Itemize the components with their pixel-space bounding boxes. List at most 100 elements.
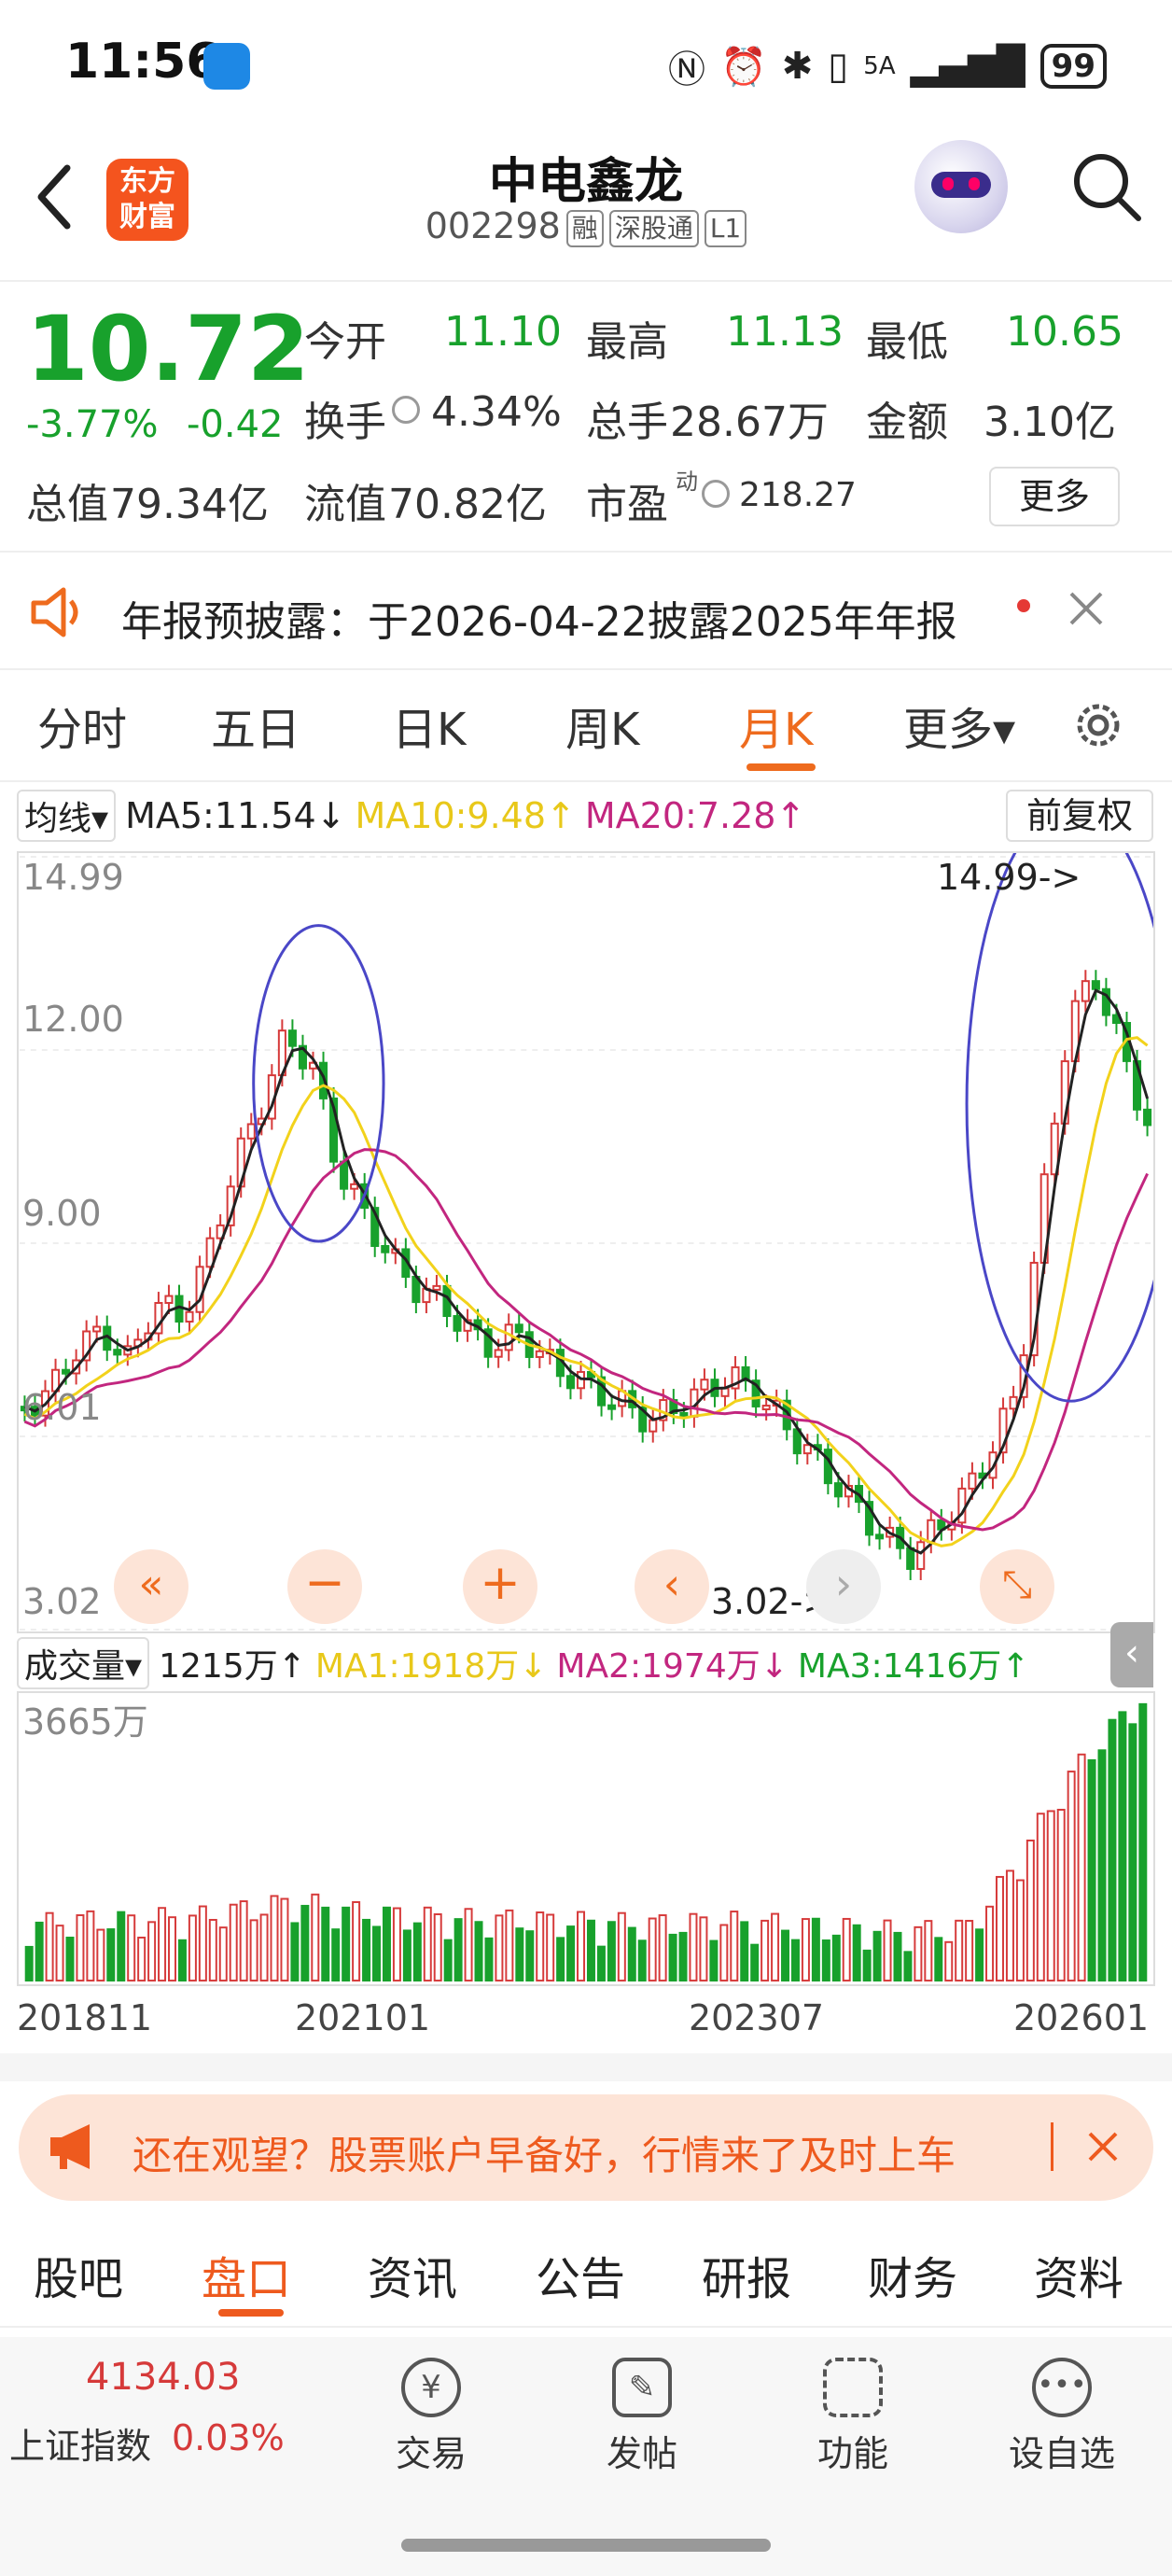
tab-five-day[interactable]: 五日 (211, 693, 300, 758)
volume-bar (801, 1918, 810, 1982)
next-icon[interactable]: › (806, 1549, 881, 1624)
collapse-panel-icon[interactable]: ‹ (1110, 1622, 1153, 1687)
candle (246, 1123, 256, 1140)
tab-pankou[interactable]: 盘口 (202, 2242, 291, 2307)
volume-bar (862, 1949, 872, 1982)
volume-bar (842, 1917, 851, 1982)
current-price: 10.72 (26, 297, 310, 401)
candle (607, 1404, 617, 1410)
trade-action[interactable]: ¥ 交易 (366, 2358, 496, 2476)
search-icon[interactable] (1071, 151, 1142, 222)
vol-ma3: MA3:1416万↑ (797, 1647, 1030, 1686)
volume-bar (965, 1920, 974, 1982)
tab-news[interactable]: 资讯 (368, 2242, 457, 2307)
home-indicator[interactable] (401, 2539, 771, 2552)
vol-ma2: MA2:1974万↓ (556, 1647, 788, 1686)
volume-bar (1108, 1718, 1117, 1982)
volume-bar (699, 1916, 708, 1982)
volume-bar (86, 1910, 95, 1982)
volume-bar (525, 1930, 535, 1982)
volume-bar (321, 1906, 330, 1982)
rewind-icon[interactable]: « (114, 1549, 188, 1624)
watchlist-label: 设自选 (1008, 2433, 1115, 2474)
function-label: 功能 (816, 2433, 888, 2474)
volume-bar (750, 1943, 760, 1982)
volume-bar (474, 1921, 483, 1982)
volume-legend: 成交量▾ 1215万↑ MA1:1918万↓ MA2:1974万↓ MA3:14… (17, 1635, 1155, 1691)
info-icon[interactable] (392, 396, 420, 424)
network-label: 5A (863, 52, 896, 80)
zoom-out-icon[interactable]: − (287, 1549, 362, 1624)
volume-mode-select[interactable]: 成交量▾ (17, 1637, 150, 1689)
ma-mode-select[interactable]: 均线▾ (17, 790, 117, 842)
tag-level: L1 (704, 209, 747, 247)
amount-value: 3.10亿 (984, 399, 1116, 446)
volume-bar (65, 1937, 75, 1982)
volume-bar (505, 1909, 514, 1982)
volume-bar (709, 1939, 719, 1982)
candle (761, 1405, 771, 1411)
volume-bar (872, 1930, 882, 1982)
volume-bar (239, 1900, 248, 1982)
tab-weekly-k[interactable]: 周K (565, 693, 639, 758)
function-action[interactable]: 功能 (788, 2358, 918, 2476)
post-action[interactable]: ✎ 发帖 (577, 2358, 707, 2476)
volume-bar (1046, 1810, 1055, 1982)
volume-chart[interactable] (17, 1691, 1155, 1986)
candlestick-chart[interactable] (17, 851, 1155, 1633)
zoom-in-icon[interactable]: + (463, 1549, 537, 1624)
volume-label: 总手 (586, 399, 668, 446)
pe-info-icon[interactable] (702, 480, 730, 508)
volume-bar (280, 1897, 289, 1982)
more-quote-button[interactable]: 更多 (989, 467, 1120, 526)
volume-bar (229, 1903, 238, 1982)
volume-bar (24, 1945, 34, 1982)
y-tick-min: 3.02 (22, 1581, 102, 1622)
volume-bar (883, 1919, 892, 1982)
candle (514, 1323, 523, 1334)
volume-bar (372, 1925, 382, 1982)
tab-more[interactable]: 更多▾ (903, 693, 1015, 758)
nfc-icon: Ⓝ (667, 49, 705, 91)
float-value: 70.82亿 (388, 481, 547, 528)
volume-bar (433, 1913, 442, 1982)
volume-bar (352, 1900, 361, 1982)
tab-announcements[interactable]: 公告 (536, 2242, 625, 2307)
turnover-label: 换手 (304, 399, 386, 446)
speaker-icon (31, 587, 78, 637)
tab-daily-k[interactable]: 日K (392, 693, 466, 758)
watchlist-action[interactable]: ••• 设自选 (997, 2358, 1127, 2476)
candle (195, 1266, 204, 1313)
volume-bar (627, 1926, 636, 1982)
assistant-robot-icon[interactable] (914, 140, 1008, 233)
candle (1081, 980, 1090, 1002)
tab-guba[interactable]: 股吧 (34, 2242, 123, 2307)
tab-intraday[interactable]: 分时 (37, 693, 127, 758)
volume-bar (985, 1905, 995, 1982)
candle (381, 1244, 390, 1253)
adjust-mode-button[interactable]: 前复权 (1006, 790, 1153, 842)
volume-bar (515, 1927, 524, 1982)
volume-bar (177, 1939, 187, 1982)
volume-bar (781, 1929, 790, 1982)
tab-profile[interactable]: 资料 (1034, 2242, 1123, 2307)
tab-monthly-k[interactable]: 月K (739, 693, 813, 758)
candle (1091, 980, 1100, 990)
volume-bar (1067, 1771, 1076, 1982)
vibrate-icon: ▯ (828, 45, 849, 88)
tab-finance[interactable]: 财务 (868, 2242, 957, 2307)
volume-bar (1015, 1879, 1025, 1982)
volume-bar (668, 1933, 677, 1982)
prev-icon[interactable]: ‹ (635, 1549, 709, 1624)
tab-research[interactable]: 研报 (702, 2242, 791, 2307)
y-tick-6: 6.01 (22, 1387, 102, 1428)
close-icon[interactable] (1067, 590, 1105, 627)
settings-gear-icon[interactable] (1069, 696, 1127, 754)
volume-bar (607, 1921, 616, 1982)
index-name[interactable]: 上证指数 (9, 2417, 151, 2469)
volume-bar (96, 1928, 105, 1982)
pe-value: 218.27 (739, 476, 857, 514)
ad-close-icon[interactable] (1086, 2130, 1120, 2163)
fullscreen-icon[interactable]: ⤡ (980, 1549, 1054, 1624)
index-value[interactable]: 4134.03 (86, 2356, 240, 2399)
